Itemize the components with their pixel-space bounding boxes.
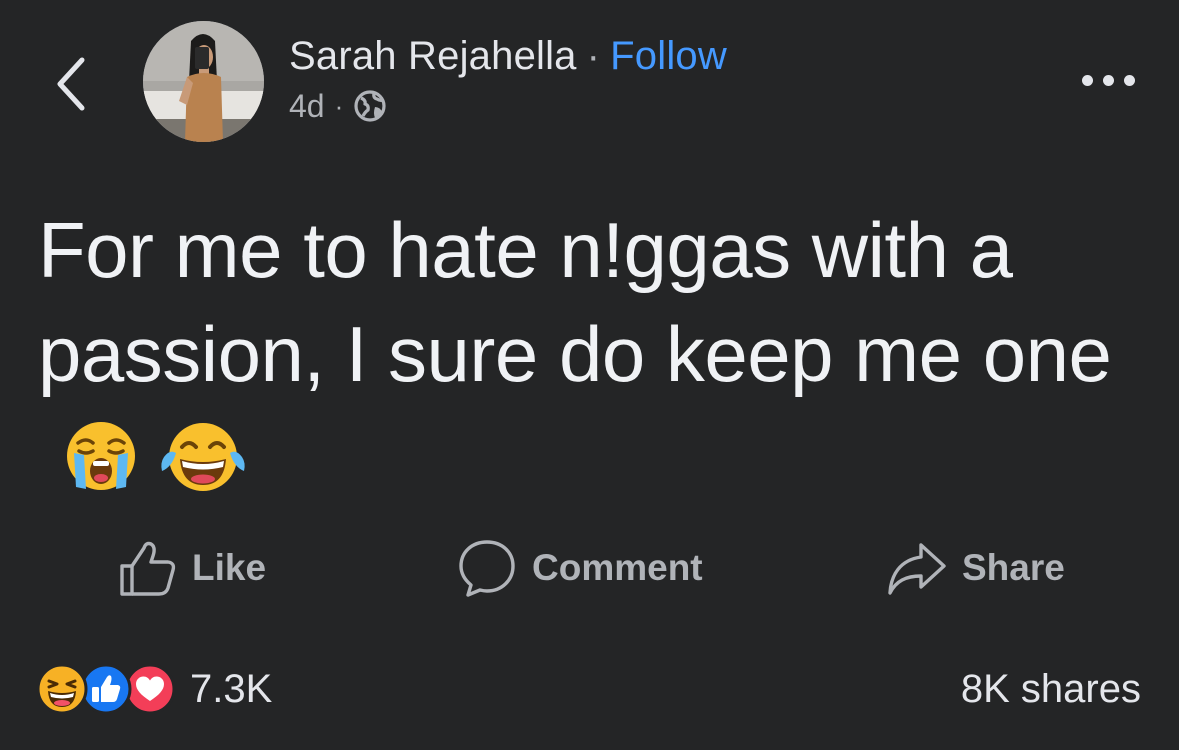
more-dot [1102, 74, 1114, 86]
reaction-count: 7.3K [190, 666, 273, 711]
share-label: Share [962, 547, 1065, 588]
more-dot [1123, 74, 1135, 86]
reactions-summary[interactable]: 7.3K [36, 663, 272, 715]
like-label: Like [192, 547, 267, 588]
like-button[interactable]: Like [118, 532, 266, 604]
comment-label: Comment [532, 547, 703, 588]
more-dot [1081, 74, 1093, 86]
share-button[interactable]: Share [886, 532, 1065, 604]
chevron-left-icon [57, 57, 85, 111]
meta-separator: · [334, 91, 344, 121]
profile-photo [143, 21, 264, 142]
comment-button[interactable]: Comment [456, 532, 703, 604]
loudly-crying-face-icon [64, 414, 138, 518]
post-text: For me to hate n!ggas with a passion, I … [38, 206, 1112, 398]
comment-bubble-icon [459, 540, 515, 597]
avatar[interactable] [143, 21, 264, 142]
more-options-button[interactable] [1072, 62, 1144, 98]
globe-icon [354, 90, 386, 122]
name-separator: · [586, 34, 601, 78]
follow-button[interactable]: Follow [610, 34, 727, 78]
shares-count[interactable]: 8K shares [961, 667, 1141, 712]
haha-reaction-icon [36, 663, 88, 715]
post-footer: 7.3K 8K shares [36, 654, 1141, 724]
face-with-tears-of-joy-icon [160, 414, 246, 518]
share-arrow-icon [888, 543, 946, 595]
post-timestamp[interactable]: 4d [289, 86, 325, 126]
action-bar: Like Comment Share [0, 532, 1179, 604]
back-button[interactable] [44, 48, 100, 120]
post-body: For me to hate n!ggas with a passion, I … [38, 198, 1148, 518]
author-name[interactable]: Sarah Rejahella [289, 34, 577, 78]
thumbs-up-icon [120, 541, 176, 596]
